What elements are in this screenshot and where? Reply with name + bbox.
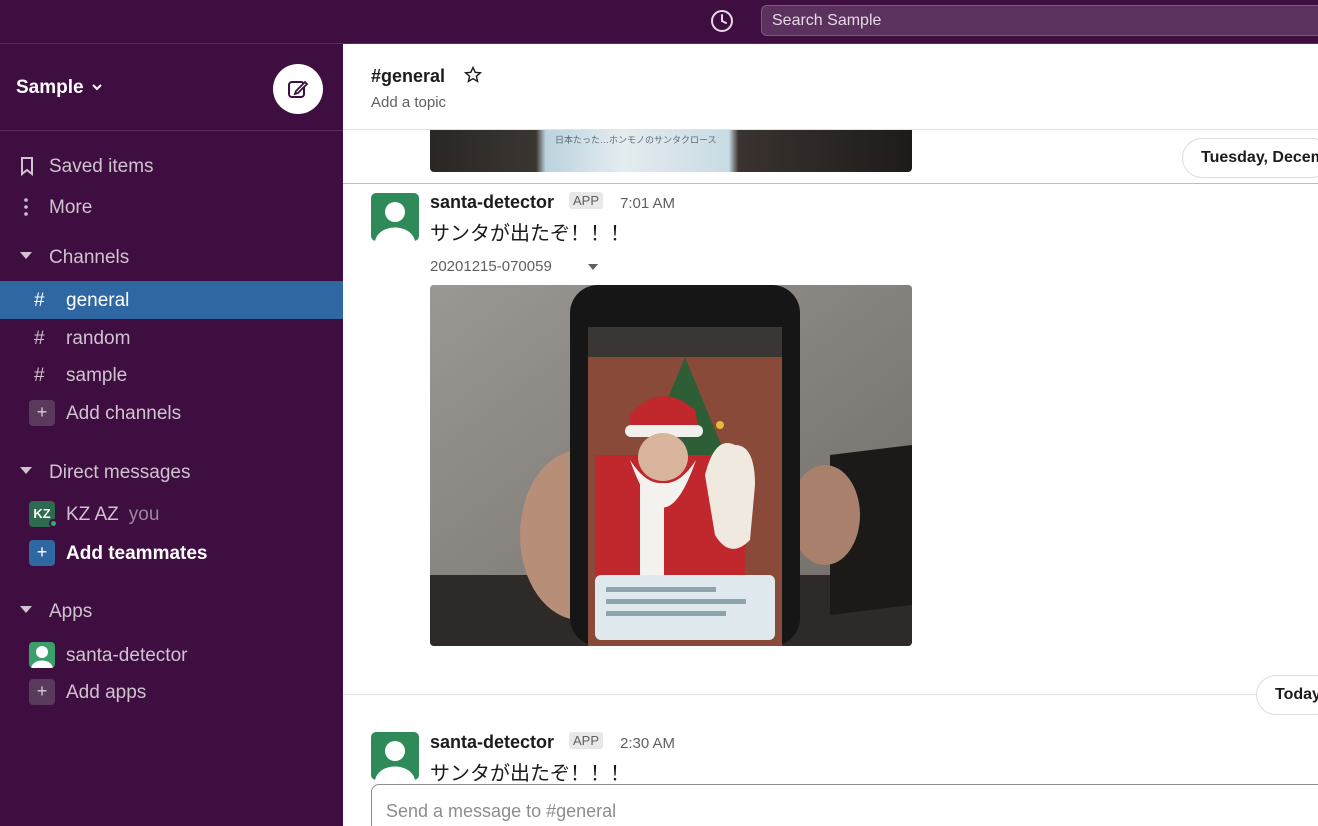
- workspace-header: Sample: [0, 44, 343, 131]
- dm-section-header[interactable]: Direct messages: [0, 453, 343, 491]
- message-pane: #general Add a topic 日本たった…ホンモノのサンタクロース …: [343, 44, 1318, 826]
- section-label: Direct messages: [49, 462, 191, 483]
- channel-label: general: [66, 290, 130, 311]
- caret-down-icon: [20, 252, 32, 259]
- image-attachment[interactable]: [430, 285, 912, 646]
- apps-section-header[interactable]: Apps: [0, 592, 343, 630]
- date-divider-pill[interactable]: Tuesday, December 15th: [1182, 138, 1318, 178]
- star-icon[interactable]: [464, 66, 482, 84]
- top-bar: Search Sample: [0, 0, 1318, 44]
- plus-icon: +: [29, 540, 55, 566]
- app-badge: APP: [569, 192, 604, 209]
- channels-section-header[interactable]: Channels: [0, 238, 343, 276]
- image-caption-fragment: 日本たった…ホンモノのサンタクロース: [555, 135, 717, 145]
- workspace-name[interactable]: Sample: [16, 77, 84, 99]
- section-label: Apps: [49, 601, 93, 622]
- composer-placeholder: Send a message to #general: [386, 801, 617, 821]
- add-apps-button[interactable]: + Add apps: [0, 673, 343, 711]
- message-timestamp[interactable]: 7:01 AM: [620, 195, 675, 212]
- channel-header: #general Add a topic: [343, 44, 1318, 130]
- sidebar-item-label: Saved items: [49, 156, 154, 177]
- bookmark-icon: [21, 157, 33, 177]
- channel-label: random: [66, 328, 131, 349]
- sidebar: Sample Saved items More Channels # gener…: [0, 44, 343, 826]
- sidebar-item-saved[interactable]: Saved items: [0, 147, 343, 185]
- message-text: サンタが出たぞ！！！: [430, 221, 630, 245]
- user-icon: [375, 202, 415, 241]
- hash-icon: #: [34, 290, 45, 311]
- message-composer[interactable]: Send a message to #general: [371, 784, 1318, 826]
- user-icon: [31, 646, 53, 668]
- previous-image-attachment[interactable]: 日本たった…ホンモノのサンタクロース: [430, 130, 912, 172]
- app-label: santa-detector: [66, 645, 188, 666]
- more-vertical-icon: [24, 198, 28, 216]
- channel-topic[interactable]: Add a topic: [371, 94, 446, 111]
- channel-label: sample: [66, 365, 128, 386]
- hash-icon: #: [34, 328, 45, 349]
- caret-down-icon: [20, 467, 32, 474]
- message-author[interactable]: santa-detector: [430, 192, 554, 213]
- avatar[interactable]: [371, 732, 419, 780]
- add-channels-label: Add channels: [66, 403, 182, 424]
- app-avatar: [29, 642, 55, 668]
- message-timestamp[interactable]: 2:30 AM: [620, 735, 675, 752]
- compose-button[interactable]: [273, 64, 323, 114]
- message-author[interactable]: santa-detector: [430, 732, 554, 753]
- santa-photo: [430, 285, 912, 646]
- sidebar-item-random[interactable]: # random: [0, 319, 343, 357]
- new-messages-line: [343, 183, 1318, 184]
- sidebar-item-sample[interactable]: # sample: [0, 356, 343, 394]
- you-label: you: [128, 504, 160, 525]
- app-badge: APP: [569, 732, 604, 749]
- message-text: サンタが出たぞ！！！: [430, 761, 630, 785]
- caret-down-icon[interactable]: [588, 264, 598, 270]
- sidebar-item-label: More: [49, 197, 93, 218]
- compose-icon: [288, 80, 309, 98]
- dm-user-name: KZ AZ: [66, 504, 119, 525]
- search-input[interactable]: Search Sample: [761, 5, 1318, 36]
- file-name[interactable]: 20201215-070059: [430, 258, 552, 275]
- add-apps-label: Add apps: [66, 682, 147, 703]
- date-divider-line: [343, 694, 1318, 695]
- channel-title[interactable]: #general: [371, 66, 445, 87]
- presence-indicator: [49, 519, 58, 528]
- add-teammates-label: Add teammates: [66, 543, 208, 564]
- chevron-down-icon[interactable]: [91, 81, 103, 93]
- plus-icon: +: [29, 400, 55, 426]
- hash-icon: #: [34, 365, 45, 386]
- add-teammates-button[interactable]: + Add teammates: [0, 534, 343, 572]
- sidebar-item-dm-self[interactable]: KZ KZ AZ you: [0, 495, 343, 533]
- avatar[interactable]: [371, 193, 419, 241]
- sidebar-item-general[interactable]: # general: [0, 281, 343, 319]
- dm-label: KZ AZ you: [66, 504, 159, 526]
- add-channels-button[interactable]: + Add channels: [0, 394, 343, 432]
- date-divider-pill[interactable]: Today: [1256, 675, 1318, 715]
- section-label: Channels: [49, 247, 130, 268]
- user-icon: [375, 741, 415, 780]
- sidebar-item-more[interactable]: More: [0, 188, 343, 226]
- sidebar-item-santa-detector[interactable]: santa-detector: [0, 636, 343, 674]
- caret-down-icon: [20, 606, 32, 613]
- plus-icon: +: [29, 679, 55, 705]
- clock-icon[interactable]: [709, 8, 735, 34]
